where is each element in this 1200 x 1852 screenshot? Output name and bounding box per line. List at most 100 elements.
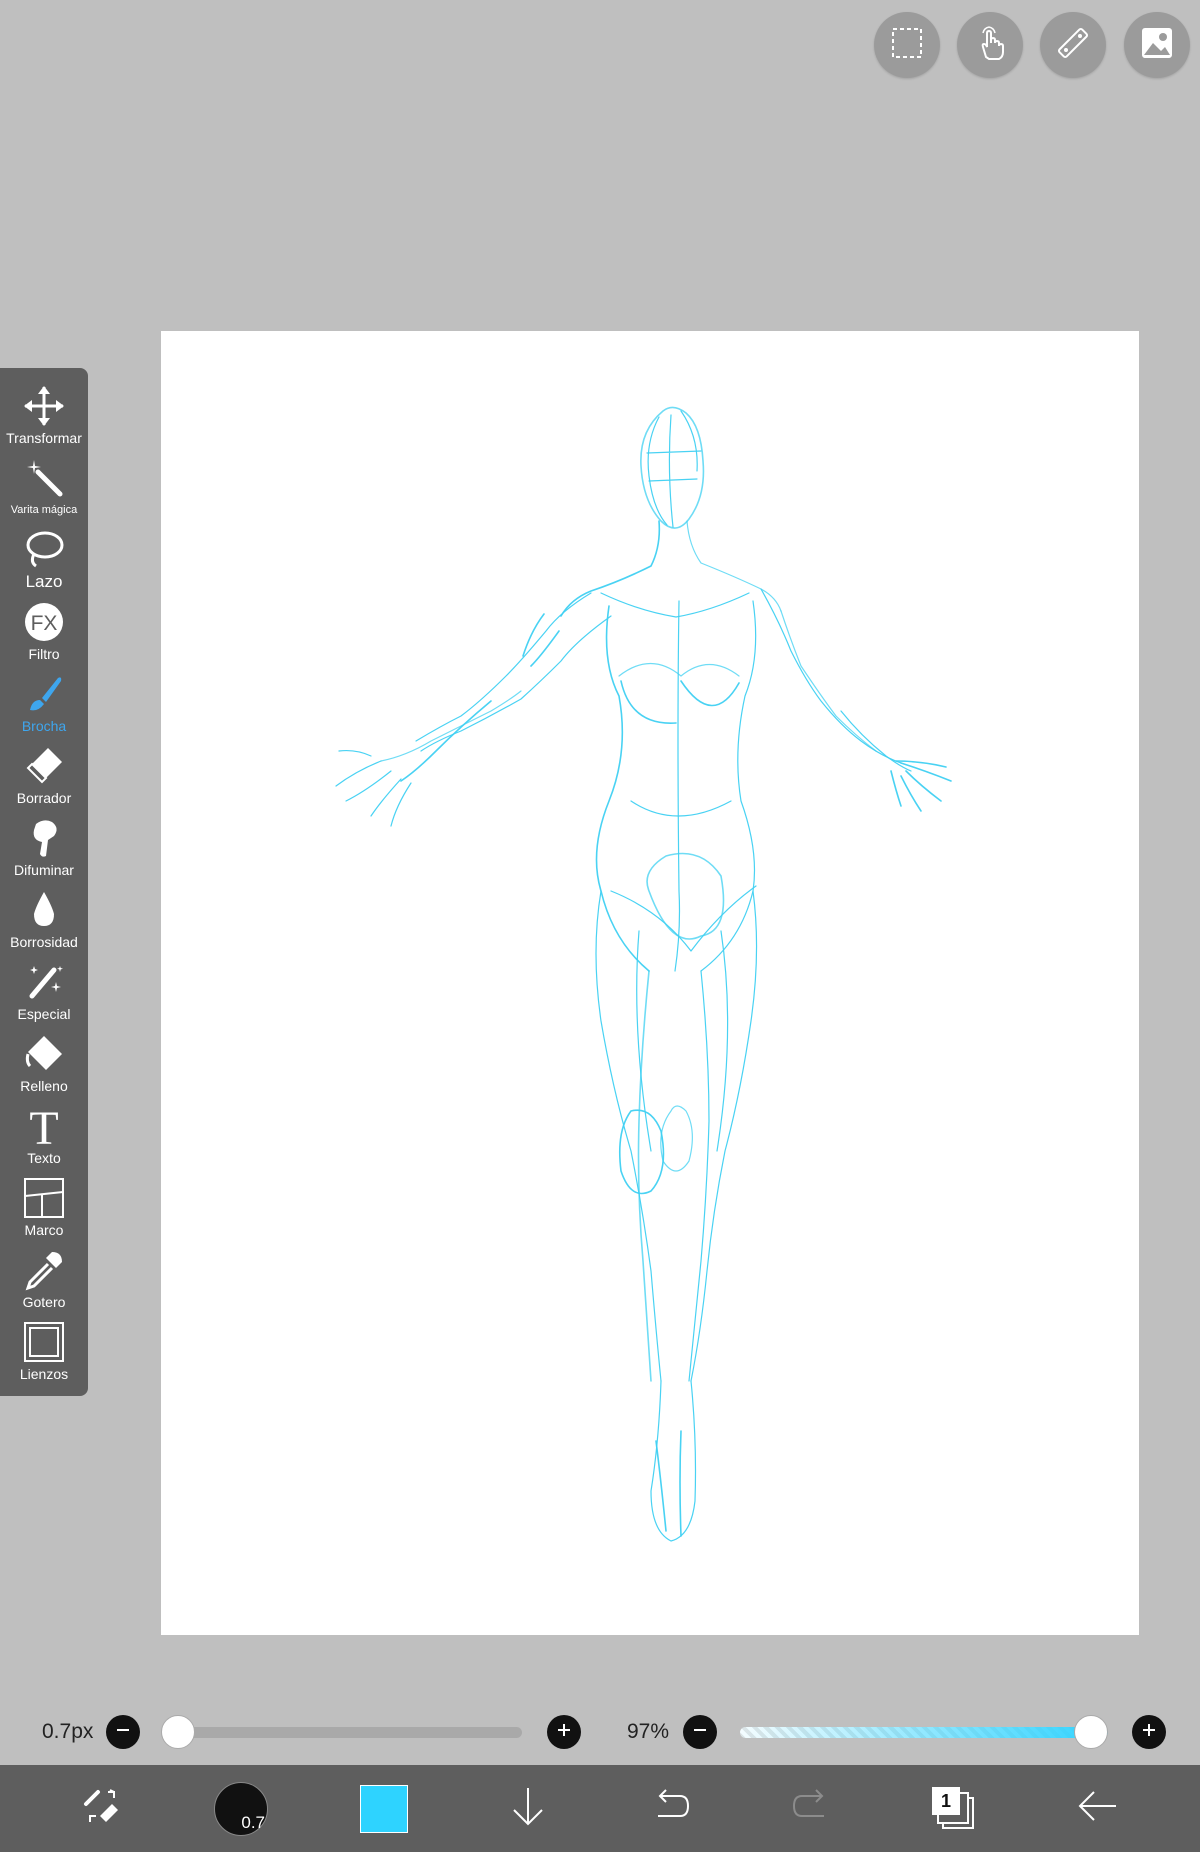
special-brush-icon <box>22 960 66 1004</box>
ruler-button[interactable] <box>1040 12 1106 78</box>
hand-touch-icon <box>970 23 1010 68</box>
sketch-stroke <box>610 800 757 952</box>
tool-texto[interactable]: T Texto <box>0 1100 88 1172</box>
brush-size-track[interactable] <box>178 1727 522 1738</box>
fill-bucket-icon <box>22 1032 66 1076</box>
tool-label: Relleno <box>20 1078 68 1094</box>
sketch-stroke <box>688 970 710 1382</box>
tool-lienzos[interactable]: Lienzos <box>0 1316 88 1388</box>
download-button[interactable] <box>504 1765 552 1852</box>
tool-difuminar[interactable]: Difuminar <box>0 812 88 884</box>
tool-borrosidad[interactable]: Borrosidad <box>0 884 88 956</box>
redo-button[interactable] <box>788 1765 836 1852</box>
opacity-increase-button[interactable] <box>1132 1715 1166 1749</box>
undo-button[interactable] <box>646 1765 694 1852</box>
sketch-stroke <box>890 760 952 812</box>
sketch-stroke <box>595 890 662 1382</box>
sketch-stroke <box>700 600 757 972</box>
opacity-thumb[interactable] <box>1074 1715 1109 1749</box>
tool-label: Filtro <box>28 646 60 662</box>
eyedropper-icon <box>22 1248 66 1292</box>
sketch-stroke <box>780 610 877 752</box>
sketch-stroke <box>647 410 698 526</box>
touch-button[interactable] <box>957 12 1023 78</box>
arrow-down-icon <box>504 1782 552 1835</box>
tool-label: Varita mágica <box>10 504 78 516</box>
tool-gotero[interactable]: Gotero <box>0 1244 88 1316</box>
tool-varita-magica[interactable]: Varita mágica <box>0 452 88 524</box>
plus-icon <box>555 1721 573 1744</box>
sketch-stroke <box>400 700 492 782</box>
tool-brocha[interactable]: Brocha <box>0 668 88 740</box>
tool-relleno[interactable]: Relleno <box>0 1028 88 1100</box>
sketch-stroke <box>600 592 750 618</box>
tool-label: Gotero <box>22 1294 66 1310</box>
sketch-stroke <box>686 520 782 612</box>
tool-label: Transformar <box>6 430 82 446</box>
layers-icon: 1 <box>932 1786 976 1831</box>
brush-size-increase-button[interactable] <box>547 1715 581 1749</box>
sketch-stroke <box>640 406 705 529</box>
brush-size-value: 0.7px <box>42 1720 94 1743</box>
plus-icon <box>1140 1721 1158 1744</box>
fx-icon: FX <box>22 600 66 644</box>
selection-button[interactable] <box>874 12 940 78</box>
sketch-stroke <box>618 663 740 677</box>
magic-wand-icon <box>22 456 66 500</box>
brush-icon <box>22 672 66 716</box>
sketch-stroke <box>618 1109 665 1195</box>
sketch-stroke <box>840 710 912 772</box>
tool-borrador[interactable]: Borrador <box>0 740 88 812</box>
layer-count: 1 <box>932 1786 960 1815</box>
swap-brush-eraser-button[interactable] <box>74 1765 130 1852</box>
tool-lazo[interactable]: Lazo <box>0 524 88 596</box>
current-color-swatch <box>360 1784 408 1833</box>
frame-icon <box>22 1176 66 1220</box>
image-icon <box>1137 23 1177 68</box>
ruler-icon <box>1053 23 1093 68</box>
sketch-stroke <box>335 749 412 827</box>
color-button[interactable] <box>358 1765 410 1852</box>
minus-icon <box>114 1721 132 1744</box>
layers-button[interactable]: 1 <box>928 1765 980 1852</box>
svg-text:FX: FX <box>31 612 58 635</box>
drawing-canvas[interactable] <box>161 331 1139 1635</box>
minus-icon <box>691 1721 709 1744</box>
smudge-icon <box>22 816 66 860</box>
sketch-stroke <box>560 520 661 617</box>
tool-filtro[interactable]: FX Filtro <box>0 596 88 668</box>
tool-transformar[interactable]: Transformar <box>0 380 88 452</box>
canvas-icon <box>22 1320 66 1364</box>
lasso-icon <box>22 528 66 572</box>
image-button[interactable] <box>1124 12 1190 78</box>
brush-size-thumb[interactable] <box>161 1715 195 1749</box>
brush-size-decrease-button[interactable] <box>106 1715 140 1749</box>
move-arrows-icon <box>22 384 66 428</box>
sketch-stroke <box>380 690 522 762</box>
blur-drop-icon <box>22 888 66 932</box>
sketch-stroke <box>595 605 650 972</box>
eraser-icon <box>22 744 66 788</box>
tool-label: Brocha <box>21 718 67 734</box>
sketch-stroke <box>660 1105 693 1172</box>
tool-marco[interactable]: Marco <box>0 1172 88 1244</box>
opacity-decrease-button[interactable] <box>683 1715 717 1749</box>
bottom-toolbar: 0.7 1 <box>0 1765 1200 1852</box>
tool-especial[interactable]: Especial <box>0 956 88 1028</box>
svg-text:T: T <box>29 1104 58 1148</box>
tool-label: Lienzos <box>19 1366 69 1382</box>
sketch-stroke <box>420 615 612 752</box>
tool-label: Lazo <box>25 572 63 591</box>
sketch-stroke <box>637 970 652 1382</box>
undo-icon <box>646 1782 694 1835</box>
brush-size-preview-button[interactable]: 0.7 <box>213 1765 269 1852</box>
brush-size-preview-text: 0.7 <box>241 1812 265 1832</box>
redo-icon <box>788 1782 836 1835</box>
sketch-stroke <box>655 1430 682 1537</box>
dashed-rectangle-icon <box>887 23 927 68</box>
back-button[interactable] <box>1074 1765 1122 1852</box>
text-icon: T <box>22 1104 66 1148</box>
brush-size-circle: 0.7 <box>214 1781 268 1836</box>
sketch-stroke <box>646 414 702 528</box>
sketch-stroke <box>620 680 740 724</box>
